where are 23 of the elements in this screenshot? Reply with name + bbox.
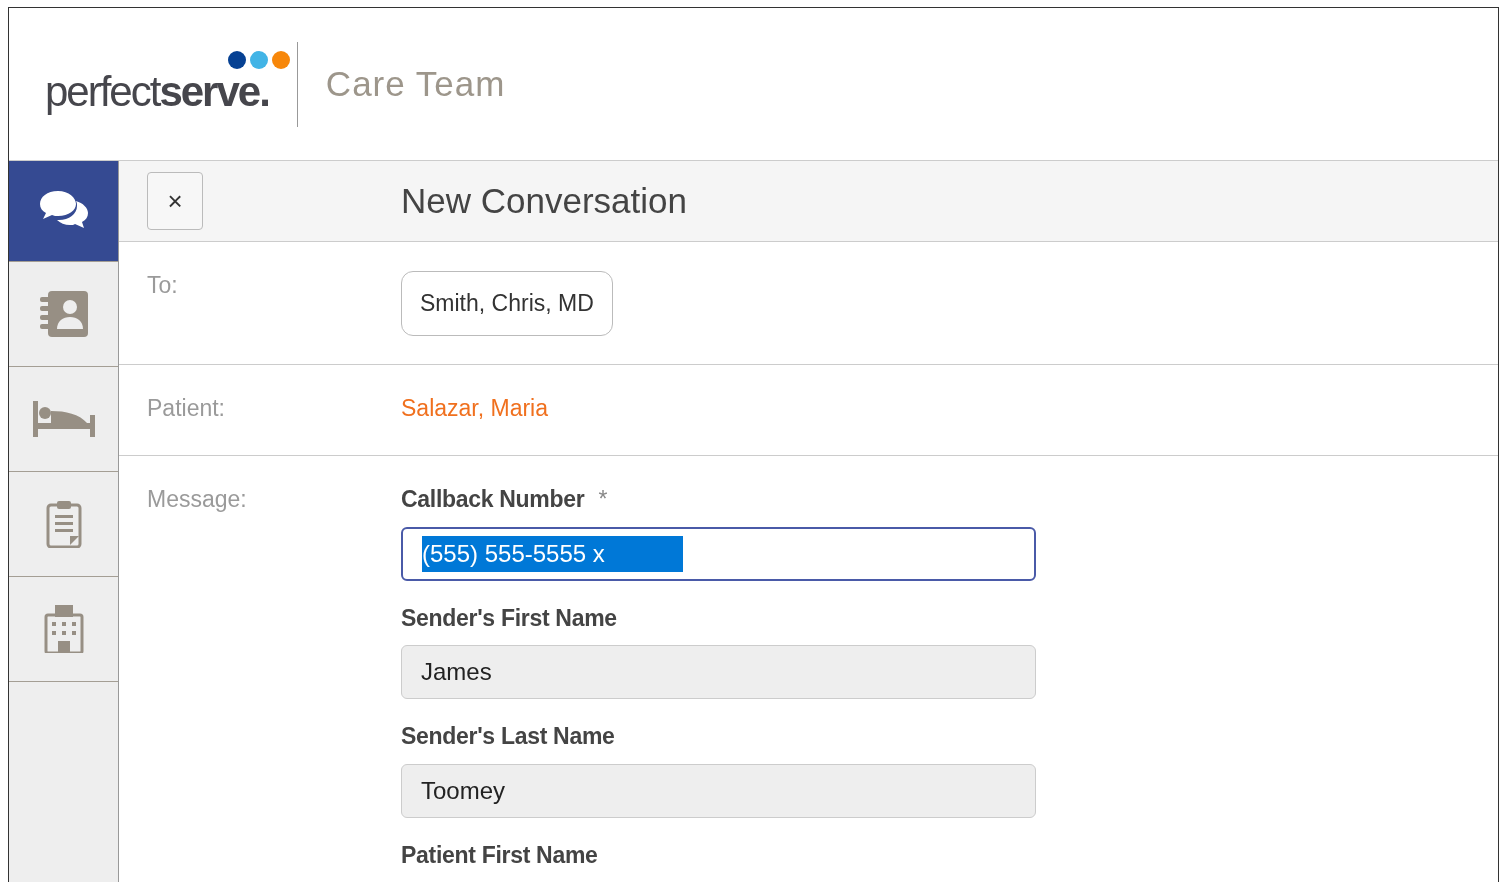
bed-icon xyxy=(32,401,95,437)
input-field[interactable]: Toomey xyxy=(401,763,1036,818)
sidebar-tab[interactable] xyxy=(9,161,118,262)
app-title: Care Team xyxy=(325,62,506,105)
to-label: To: xyxy=(147,271,179,300)
patient-label: Patient: xyxy=(147,393,226,423)
hospital-icon xyxy=(43,605,84,653)
input-field[interactable]: James xyxy=(401,645,1036,699)
address-book-icon xyxy=(37,289,90,339)
recipient-chip[interactable]: Smith, Chris, MD xyxy=(401,271,613,336)
conversation-title: New Conversation xyxy=(401,179,687,222)
field-label: Sender's First Name xyxy=(401,604,617,631)
logo-dots-icon xyxy=(227,49,293,70)
logo: perfectserve. xyxy=(45,71,269,113)
close-button[interactable]: × xyxy=(147,172,203,230)
input-field[interactable]: (555) 555-5555 x xyxy=(401,526,1036,581)
message-label: Message: xyxy=(147,485,248,514)
patient-name: Salazar, Maria xyxy=(401,393,548,423)
clipboard-icon xyxy=(45,500,82,548)
field-label: Sender's Last Name xyxy=(401,723,615,749)
required-mark: * xyxy=(598,486,608,512)
field-label: Callback Number xyxy=(401,486,585,512)
field-label: Patient First Name xyxy=(401,841,598,868)
